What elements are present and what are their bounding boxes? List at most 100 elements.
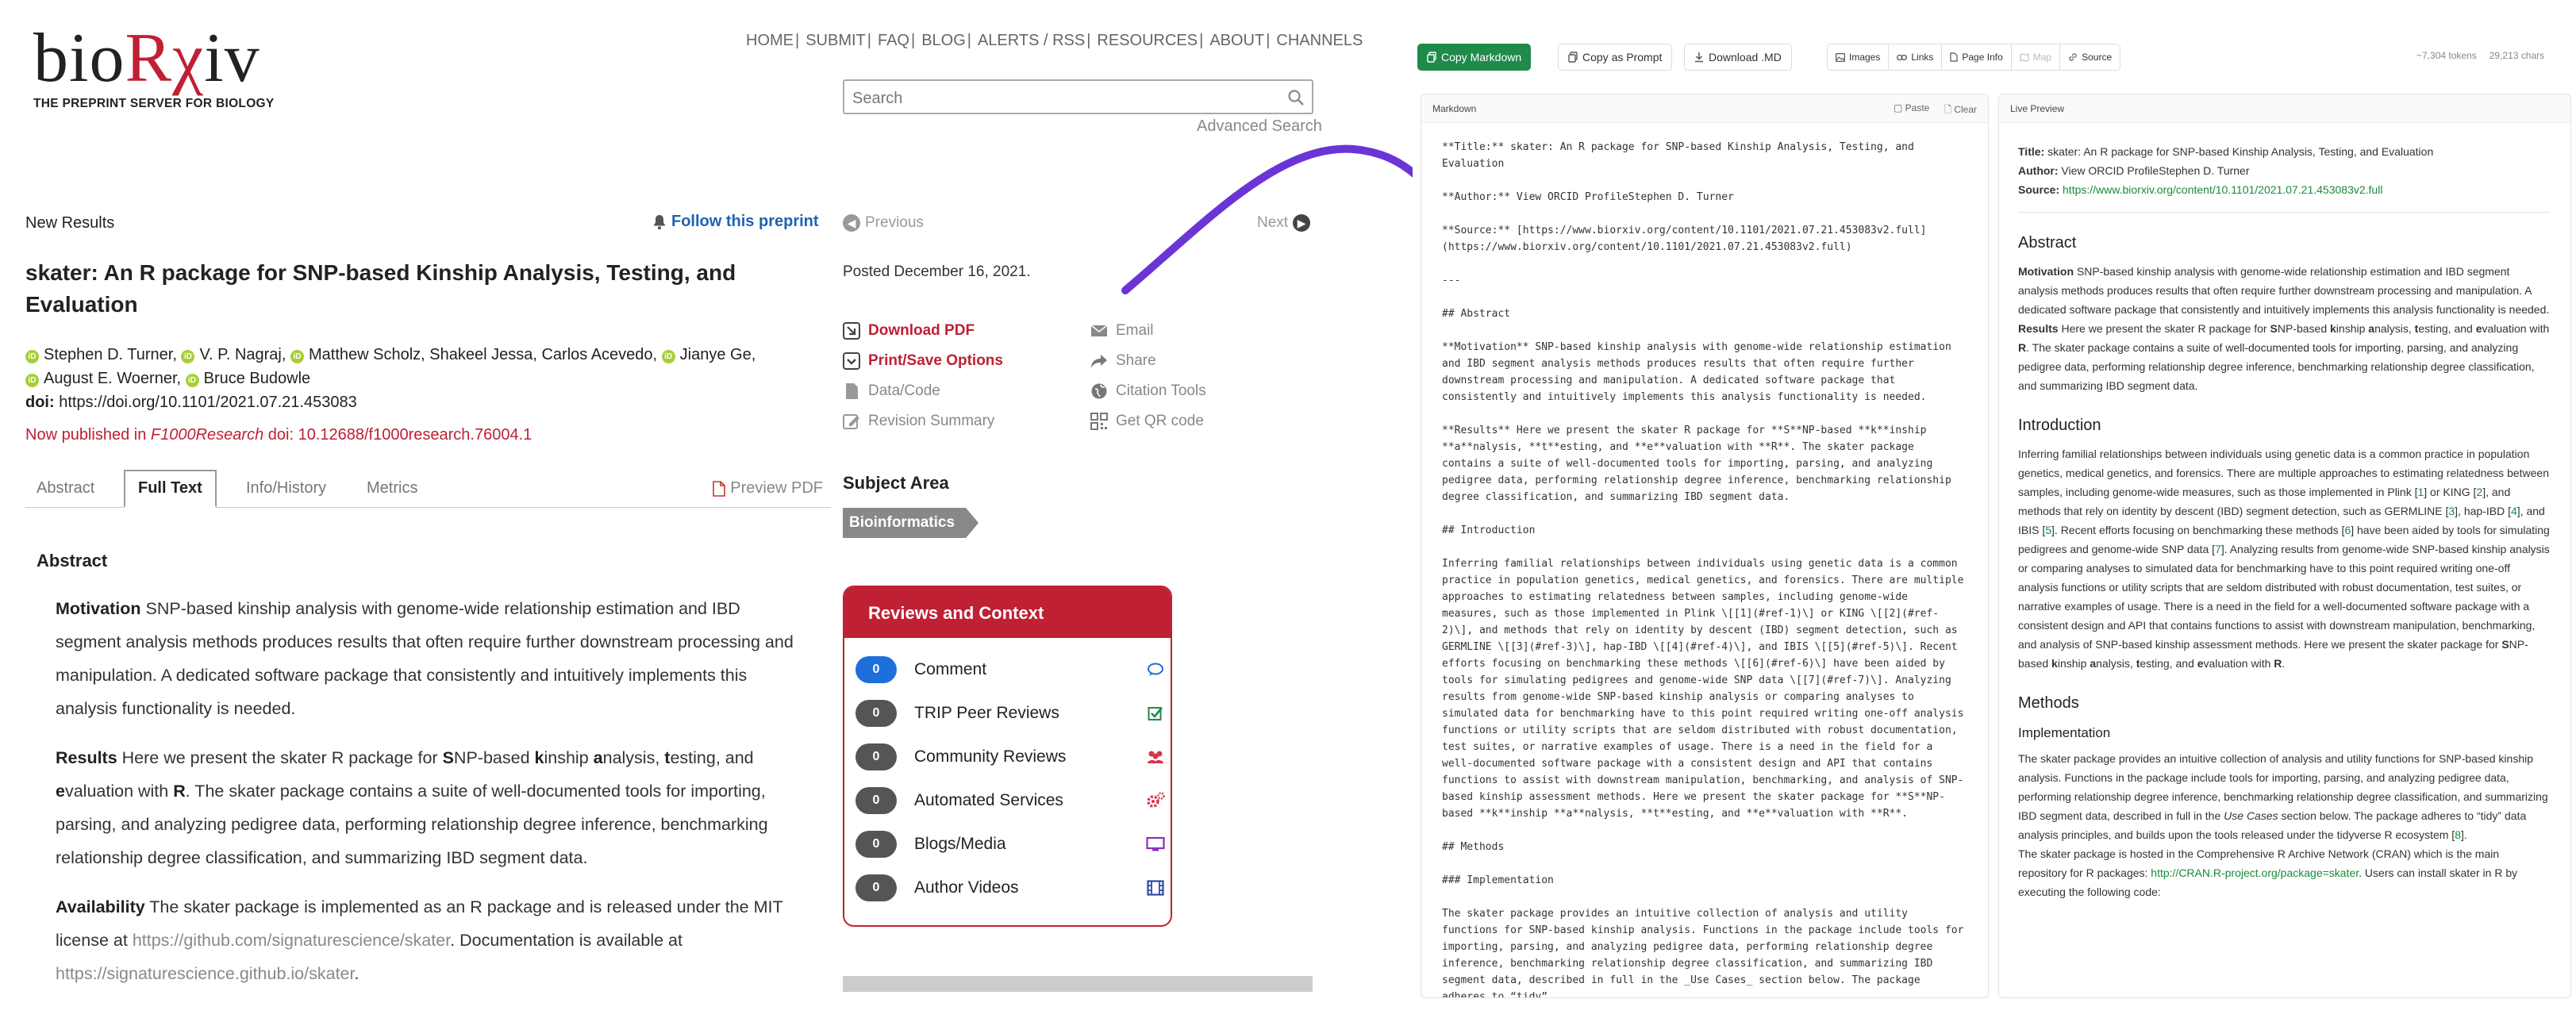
review-row-community[interactable]: 0 Community Reviews xyxy=(855,741,1165,773)
author-name[interactable]: Stephen D. Turner, xyxy=(44,346,177,363)
nav-alerts-rss[interactable]: ALERTS / RSS xyxy=(978,32,1085,50)
review-row-comment[interactable]: 0 Comment xyxy=(855,654,1165,686)
orcid-icon[interactable]: iD xyxy=(185,374,199,387)
results-text: Here we present the skater R package for xyxy=(117,748,443,767)
review-label: TRIP Peer Reviews xyxy=(914,704,1059,722)
docs-link[interactable]: https://signaturescience.github.io/skate… xyxy=(56,964,354,983)
impl-emphasis: Use Cases xyxy=(2224,809,2278,822)
data-code-label: Data/Code xyxy=(868,382,940,399)
nav-blog[interactable]: BLOG xyxy=(921,32,966,50)
tab-abstract[interactable]: Abstract xyxy=(37,479,94,498)
search-icon[interactable] xyxy=(1286,88,1305,107)
orcid-icon[interactable]: iD xyxy=(661,350,675,363)
reference-link[interactable]: 7 xyxy=(2215,543,2221,555)
nav-faq[interactable]: FAQ xyxy=(878,32,909,50)
arrow-left-icon: ◀ xyxy=(843,214,860,232)
intro-text: ], hap-IBD [ xyxy=(2455,505,2511,517)
tab-metrics[interactable]: Metrics xyxy=(367,479,417,498)
token-count: ~7,304 tokens xyxy=(2416,50,2477,61)
meta-label: Title: xyxy=(2018,145,2045,158)
results-text: NP-based xyxy=(2277,322,2330,335)
users-icon xyxy=(1146,747,1165,766)
citation-tools-link[interactable]: Citation Tools xyxy=(1090,382,1206,400)
map-toggle[interactable]: Map xyxy=(2012,44,2061,70)
results-label: Results xyxy=(2018,322,2059,335)
download-md-button[interactable]: Download .MD xyxy=(1684,44,1792,71)
nav-submit[interactable]: SUBMIT xyxy=(805,32,866,50)
nav-about[interactable]: ABOUT xyxy=(1209,32,1264,50)
reference-link[interactable]: 5 xyxy=(2045,524,2051,536)
author-name[interactable]: Bruce Budowle xyxy=(204,370,311,387)
biorxiv-logo[interactable]: bioRχiv THE PREPRINT SERVER FOR BIOLOGY xyxy=(33,24,303,111)
follow-preprint-link[interactable]: Follow this preprint xyxy=(652,213,819,231)
qr-code-link[interactable]: Get QR code xyxy=(1090,413,1204,430)
author-name[interactable]: August E. Woerner, xyxy=(44,370,181,387)
paste-button[interactable]: ▢ Paste xyxy=(1894,102,1929,119)
download-md-label: Download .MD xyxy=(1709,51,1782,63)
film-icon xyxy=(1146,878,1165,897)
download-pdf-link[interactable]: Download PDF xyxy=(843,322,975,340)
doi-link[interactable]: https://doi.org/10.1101/2021.07.21.45308… xyxy=(59,394,357,411)
data-code-link[interactable]: Data/Code xyxy=(843,382,940,400)
review-row-trip[interactable]: 0 TRIP Peer Reviews xyxy=(855,697,1165,729)
copy-markdown-button[interactable]: Copy Markdown xyxy=(1417,44,1532,71)
email-link[interactable]: Email xyxy=(1090,322,1154,340)
source-label: Source xyxy=(2082,52,2113,63)
doi-line: doi: https://doi.org/10.1101/2021.07.21.… xyxy=(25,394,357,412)
reference-link[interactable]: 3 xyxy=(2448,505,2455,517)
tab-full-text[interactable]: Full Text xyxy=(124,470,217,508)
reviews-context-box: Reviews and Context 0 Comment 0 TRIP Pee… xyxy=(843,586,1172,927)
intro-text: valuation with xyxy=(2203,657,2274,670)
bold-letter: a xyxy=(2090,657,2097,670)
download-pdf-label: Download PDF xyxy=(868,322,975,339)
previous-link[interactable]: ◀ Previous xyxy=(843,214,924,232)
subject-tag[interactable]: Bioinformatics xyxy=(843,508,978,538)
motivation-label: Motivation xyxy=(56,599,141,618)
orcid-icon[interactable]: iD xyxy=(290,350,304,363)
preview-implementation-1: The skater package provides an intuitive… xyxy=(2018,749,2550,844)
preview-introduction: Inferring familial relationships between… xyxy=(2018,444,2550,673)
results-text: valuation with xyxy=(64,782,174,801)
page-info-toggle[interactable]: Page Info xyxy=(1942,44,2012,70)
markdown-editor[interactable]: **Title:** skater: An R package for SNP-… xyxy=(1442,139,1966,997)
share-icon xyxy=(1091,355,1107,368)
source-link[interactable]: https://www.biorxiv.org/content/10.1101/… xyxy=(2063,183,2382,196)
preview-pdf-link[interactable]: Preview PDF xyxy=(713,479,823,498)
author-name[interactable]: Matthew Scholz, Shakeel Jessa, Carlos Ac… xyxy=(309,346,657,363)
orcid-icon[interactable]: iD xyxy=(25,350,39,363)
images-toggle[interactable]: Images xyxy=(1828,44,1890,70)
motivation-text: SNP-based kinship analysis with genome-w… xyxy=(2018,265,2550,316)
orcid-icon[interactable]: iD xyxy=(181,350,195,363)
results-text: esting, and xyxy=(2418,322,2476,335)
review-row-automated[interactable]: 0 Automated Services xyxy=(855,785,1165,816)
reference-link[interactable]: 4 xyxy=(2511,505,2517,517)
nav-home[interactable]: HOME xyxy=(746,32,794,50)
copy-prompt-label: Copy as Prompt xyxy=(1582,51,1663,63)
bold-letter: k xyxy=(534,748,544,767)
clear-button[interactable]: 🗋 Clear xyxy=(1944,102,1977,119)
nav-resources[interactable]: RESOURCES xyxy=(1097,32,1198,50)
bold-letter: e xyxy=(2197,657,2204,670)
advanced-search-link[interactable]: Advanced Search xyxy=(1197,117,1322,136)
revision-summary-link[interactable]: Revision Summary xyxy=(843,413,994,430)
author-name[interactable]: V. P. Nagraj, xyxy=(199,346,286,363)
print-save-options-link[interactable]: Print/Save Options xyxy=(843,352,1003,370)
results-text: valuation with xyxy=(2482,322,2550,335)
review-row-blogs-media[interactable]: 0 Blogs/Media xyxy=(855,828,1165,860)
copy-prompt-button[interactable]: Copy as Prompt xyxy=(1558,44,1673,71)
links-toggle[interactable]: Links xyxy=(1889,44,1943,70)
github-link[interactable]: https://github.com/signaturescience/skat… xyxy=(133,931,450,950)
review-row-author-videos[interactable]: 0 Author Videos xyxy=(855,872,1165,904)
author-name[interactable]: Jianye Ge, xyxy=(680,346,756,363)
reference-link[interactable]: 8 xyxy=(2455,828,2461,841)
download-icon xyxy=(1695,52,1703,63)
cran-link[interactable]: http://CRAN.R-project.org/package=skater xyxy=(2151,866,2359,879)
nav-channels[interactable]: CHANNELS xyxy=(1276,32,1363,50)
share-link[interactable]: Share xyxy=(1090,352,1156,370)
tab-info-history[interactable]: Info/History xyxy=(246,479,326,498)
published-journal: F1000Research xyxy=(150,426,264,444)
orcid-icon[interactable]: iD xyxy=(25,374,39,387)
source-toggle[interactable]: Source xyxy=(2060,44,2120,70)
search-input[interactable]: Search xyxy=(843,79,1313,114)
published-in-line[interactable]: Now published in F1000Research doi: 10.1… xyxy=(25,426,532,444)
